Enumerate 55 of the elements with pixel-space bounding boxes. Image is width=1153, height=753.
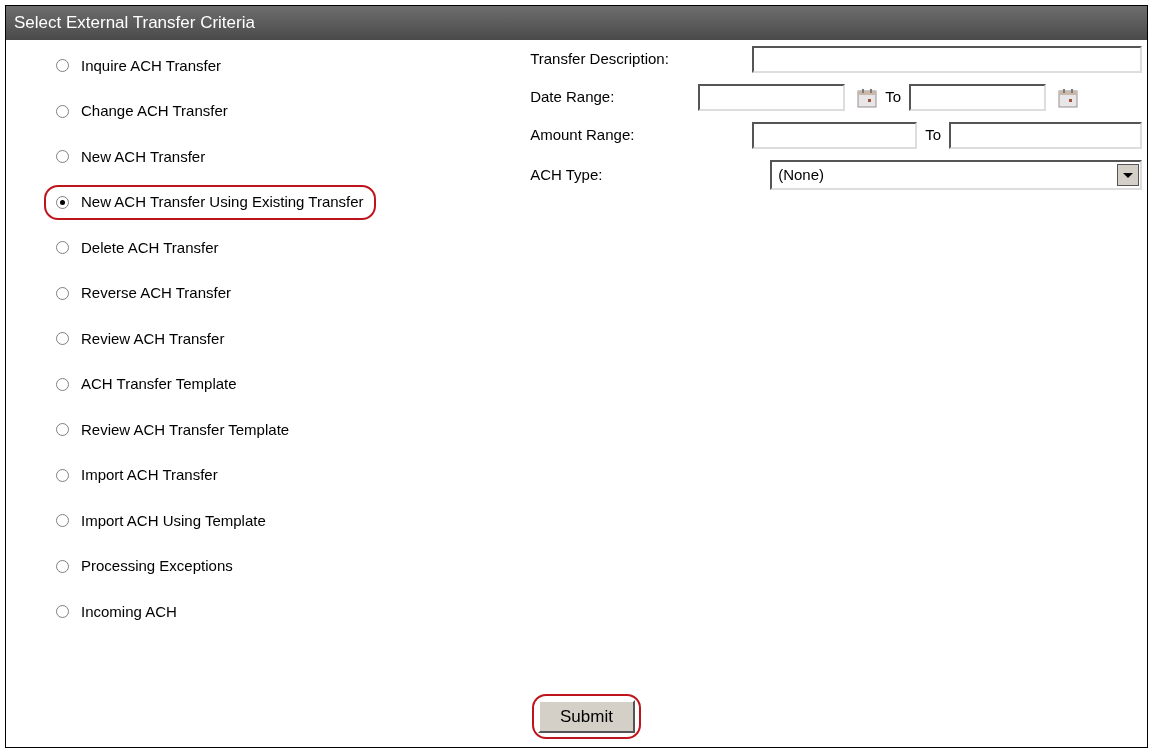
option-label: Incoming ACH [81, 601, 177, 622]
option-label: New ACH Transfer Using Existing Transfer [81, 192, 364, 212]
radio-option[interactable]: Import ACH Using Template [44, 503, 278, 538]
option-label: Delete ACH Transfer [81, 237, 219, 258]
radio-button[interactable] [56, 59, 69, 73]
field-label: Date Range: [529, 87, 616, 108]
to-label: To [884, 87, 902, 108]
option-label: Review ACH Transfer Template [81, 419, 290, 440]
radio-option[interactable]: New ACH Transfer Using Existing Transfer [44, 185, 376, 220]
radio-option[interactable]: ACH Transfer Template [44, 367, 249, 402]
option-label: Processing Exceptions [81, 556, 233, 576]
date-to-field[interactable] [909, 84, 1046, 111]
amount-to-field[interactable] [949, 122, 1142, 149]
amount-from-field[interactable] [752, 122, 918, 149]
radio-option[interactable]: Incoming ACH [44, 594, 189, 629]
date-from-field[interactable] [698, 84, 846, 111]
calendar-icon[interactable] [857, 87, 878, 108]
option-label: Import ACH Using Template [81, 510, 266, 531]
radio-button[interactable] [56, 195, 69, 209]
description-field[interactable] [752, 46, 1142, 73]
option-label: Inquire ACH Transfer [81, 55, 222, 76]
radio-option[interactable]: Delete ACH Transfer [44, 230, 231, 265]
radio-option[interactable]: Inquire ACH Transfer [44, 48, 234, 83]
radio-option[interactable]: Review ACH Transfer [44, 321, 237, 356]
radio-button[interactable] [56, 514, 69, 528]
radio-button[interactable] [56, 241, 69, 255]
field-label: Transfer Description: [529, 49, 670, 70]
calendar-icon[interactable] [1058, 87, 1078, 108]
radio-option[interactable]: Reverse ACH Transfer [44, 276, 244, 311]
radio-option[interactable]: Import ACH Transfer [44, 458, 230, 493]
option-label: Change ACH Transfer [81, 101, 228, 121]
radio-option[interactable]: New ACH Transfer [44, 139, 218, 174]
radio-option[interactable]: Change ACH Transfer [44, 94, 240, 129]
panel-title: Select External Transfer Criteria [14, 12, 255, 35]
radio-button[interactable] [56, 468, 69, 482]
radio-button[interactable] [56, 104, 69, 118]
option-label: Review ACH Transfer [81, 328, 225, 349]
submit-button[interactable]: Submit [538, 700, 635, 733]
option-label: Reverse ACH Transfer [81, 283, 232, 303]
to-label: To [924, 125, 942, 146]
radio-button[interactable] [56, 286, 69, 300]
option-label: ACH Transfer Template [81, 374, 237, 394]
radio-button[interactable] [56, 605, 69, 619]
radio-button[interactable] [56, 150, 69, 164]
radio-button[interactable] [56, 332, 69, 346]
radio-option[interactable]: Review ACH Transfer Template [44, 412, 302, 447]
radio-button[interactable] [56, 423, 69, 437]
ach-type-dropdown[interactable]: (None) [770, 160, 1142, 190]
option-label: Import ACH Transfer [81, 465, 218, 485]
field-label: Amount Range: [529, 125, 636, 146]
option-label: New ACH Transfer [81, 146, 206, 167]
field-label: ACH Type: [529, 164, 604, 185]
radio-option[interactable]: Processing Exceptions [44, 549, 245, 584]
radio-button[interactable] [56, 377, 69, 391]
radio-button[interactable] [56, 559, 69, 573]
